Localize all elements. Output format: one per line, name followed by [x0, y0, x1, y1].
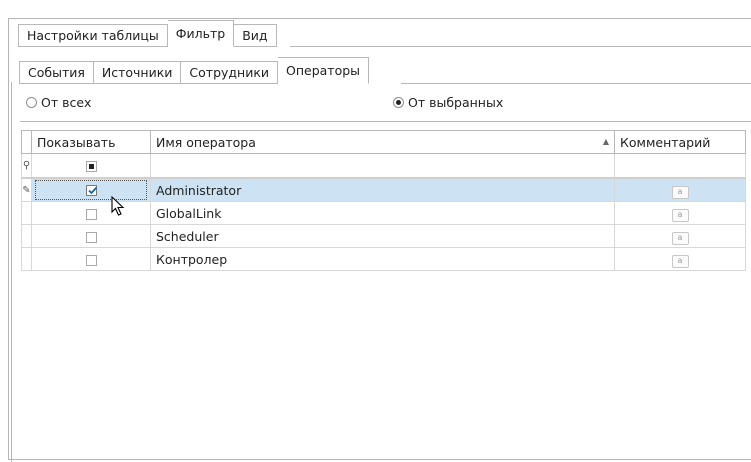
row-indicator: [21, 224, 32, 248]
show-checkbox-cell[interactable]: [31, 177, 151, 202]
tab-view[interactable]: Вид: [234, 24, 277, 47]
column-header-comment-label: Комментарий: [620, 134, 711, 150]
operator-name-cell[interactable]: Administrator: [150, 177, 615, 202]
comment-cell[interactable]: a: [614, 177, 746, 202]
grid-header-row: Показывать Имя оператора ▲ Комментарий: [21, 130, 746, 154]
checkbox-unchecked-icon[interactable]: [85, 254, 97, 266]
radio-unchecked-icon: [26, 97, 37, 108]
checkbox-unchecked-icon[interactable]: [85, 208, 97, 220]
mouse-pointer-icon: [111, 196, 125, 216]
tab-events[interactable]: События: [19, 61, 94, 84]
tab-sources[interactable]: Источники: [93, 61, 182, 84]
filter-name-cell[interactable]: [150, 153, 615, 179]
operator-name-cell[interactable]: Контролер: [150, 247, 615, 271]
filter-tab-baseline: [401, 83, 751, 84]
filter-comment-cell[interactable]: [614, 153, 746, 179]
comment-cell[interactable]: a: [614, 201, 746, 225]
memo-icon[interactable]: a: [671, 208, 689, 222]
memo-icon[interactable]: a: [671, 185, 689, 199]
column-header-show-label: Показывать: [37, 134, 116, 150]
tab-operators[interactable]: Операторы: [278, 57, 370, 84]
main-tab-strip: Настройки таблицы Фильтр Вид: [18, 20, 277, 47]
show-checkbox-cell[interactable]: [31, 224, 151, 248]
column-header-show[interactable]: Показывать: [31, 130, 151, 154]
table-row[interactable]: Scheduler a: [21, 224, 746, 248]
comment-cell[interactable]: a: [614, 224, 746, 248]
table-row[interactable]: GlobalLink a: [21, 201, 746, 225]
radio-from-all-label: От всех: [41, 95, 92, 110]
operator-source-radio-group: От всех От выбранных: [20, 90, 751, 116]
operator-name-cell[interactable]: Scheduler: [150, 224, 615, 248]
checkbox-unchecked-icon[interactable]: [85, 231, 97, 243]
indeterminate-checkbox-icon: [85, 161, 97, 172]
radio-from-selected[interactable]: От выбранных: [393, 95, 503, 110]
operators-grid: Показывать Имя оператора ▲ Комментарий ⚲…: [21, 130, 746, 271]
memo-icon[interactable]: a: [671, 254, 689, 268]
filter-show-checkbox[interactable]: [31, 153, 151, 179]
radio-from-all[interactable]: От всех: [26, 95, 91, 110]
tab-table-settings[interactable]: Настройки таблицы: [18, 24, 168, 47]
operator-name-cell[interactable]: GlobalLink: [150, 201, 615, 225]
comment-cell[interactable]: a: [614, 247, 746, 271]
row-indicator-header: [21, 130, 32, 154]
show-checkbox-cell[interactable]: [31, 201, 151, 225]
table-row[interactable]: ✎ Administrator a: [21, 177, 746, 202]
main-tab-baseline: [290, 46, 751, 47]
pin-icon: ⚲: [21, 153, 32, 179]
checkbox-checked-icon[interactable]: [85, 185, 97, 196]
tab-filter[interactable]: Фильтр: [167, 20, 235, 47]
radio-checked-icon: [393, 97, 404, 108]
row-indicator: [21, 247, 32, 271]
filter-tab-strip: События Источники Сотрудники Операторы: [19, 57, 370, 84]
show-checkbox-cell[interactable]: [31, 247, 151, 271]
focused-cell: [35, 180, 147, 200]
pencil-icon: ✎: [21, 177, 32, 202]
tab-employees[interactable]: Сотрудники: [181, 61, 279, 84]
row-indicator: [21, 201, 32, 225]
divider: [20, 121, 751, 122]
column-header-comment[interactable]: Комментарий: [614, 130, 746, 154]
memo-icon[interactable]: a: [671, 231, 689, 245]
sort-ascending-icon: ▲: [602, 136, 609, 146]
column-header-operator-name-label: Имя оператора: [156, 134, 256, 150]
column-header-operator-name[interactable]: Имя оператора ▲: [150, 130, 615, 154]
radio-from-selected-label: От выбранных: [408, 95, 504, 110]
table-row[interactable]: Контролер a: [21, 247, 746, 271]
grid-filter-row: ⚲: [21, 153, 746, 179]
